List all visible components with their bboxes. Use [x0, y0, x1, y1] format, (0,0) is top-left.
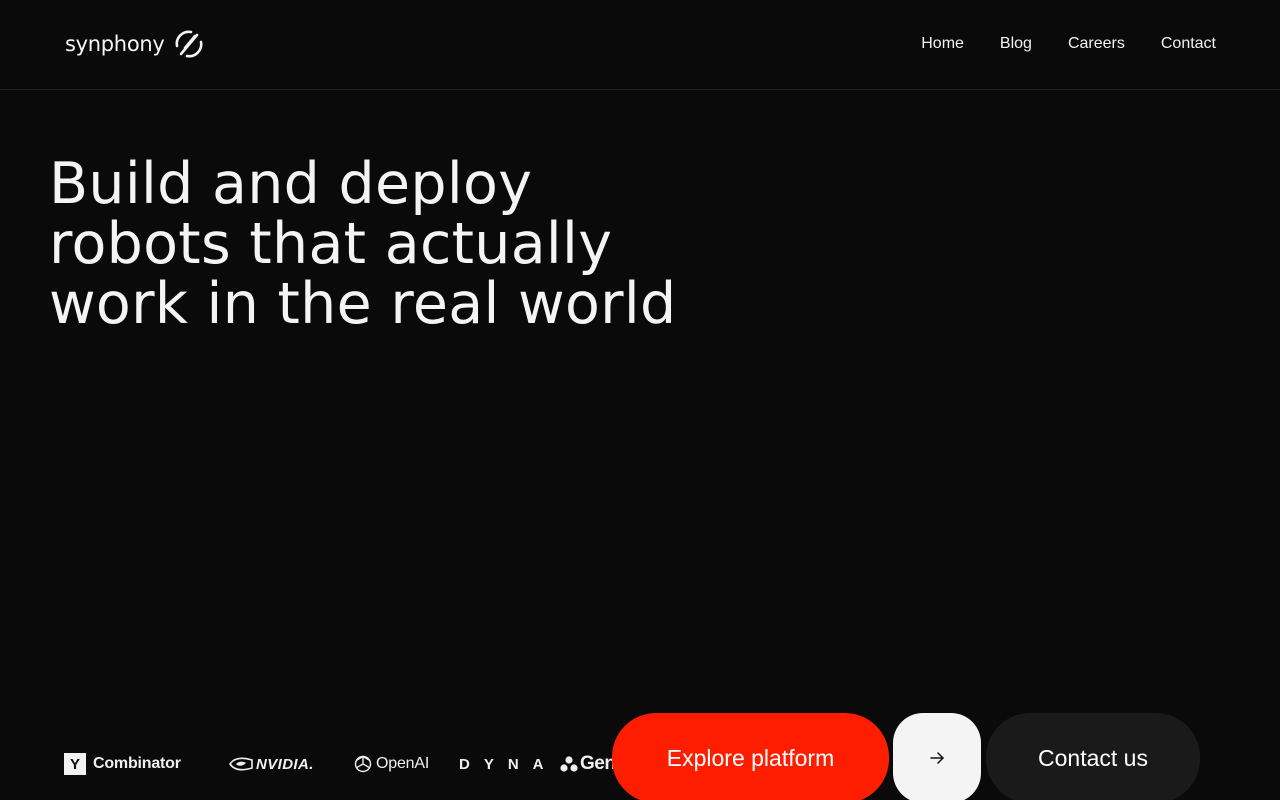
ycombinator-logo: Y Combinator — [64, 740, 181, 788]
site-header: synphony Home Blog Careers Contact — [0, 0, 1280, 90]
openai-name: OpenAI — [376, 755, 430, 772]
ycombinator-mark: Y — [64, 753, 86, 775]
openai-logo: OpenAI — [353, 740, 429, 788]
nav-blog[interactable]: Blog — [1000, 33, 1032, 55]
hero-title-line-3: work in the real world — [49, 271, 677, 337]
arrow-button[interactable] — [893, 713, 981, 800]
brand-logo[interactable]: synphony — [65, 26, 207, 62]
swirl-logo-icon — [175, 30, 203, 58]
explore-platform-button[interactable]: Explore platform — [612, 713, 889, 800]
nvidia-eye-icon — [229, 757, 253, 771]
hero-title-line-2: robots that actually — [49, 211, 613, 277]
main-nav: Home Blog Careers Contact — [921, 33, 1216, 55]
hero-title-line-1: Build and deploy — [49, 151, 533, 217]
nvidia-logo: NVIDIA. — [229, 740, 314, 788]
contact-us-button[interactable]: Contact us — [986, 713, 1200, 800]
dyna-logo: DYNA — [459, 740, 558, 788]
gen-logo: Gen — [560, 740, 616, 788]
partner-logos: Y Combinator NVIDIA. OpenAI DYNA Gen — [0, 740, 620, 788]
ycombinator-name: Combinator — [93, 755, 181, 772]
gen-name: Gen — [580, 753, 616, 774]
nav-contact[interactable]: Contact — [1161, 33, 1216, 55]
nav-home[interactable]: Home — [921, 33, 964, 55]
dyna-name: DYNA — [459, 755, 558, 773]
brand-name: synphony — [65, 32, 165, 56]
arrow-right-icon — [930, 752, 944, 764]
openai-knot-icon — [354, 755, 372, 773]
nav-careers[interactable]: Careers — [1068, 33, 1125, 55]
nvidia-name: NVIDIA. — [256, 755, 314, 773]
hero-title: Build and deploy robots that actually wo… — [49, 154, 749, 334]
gen-triple-circle-icon — [560, 756, 578, 772]
